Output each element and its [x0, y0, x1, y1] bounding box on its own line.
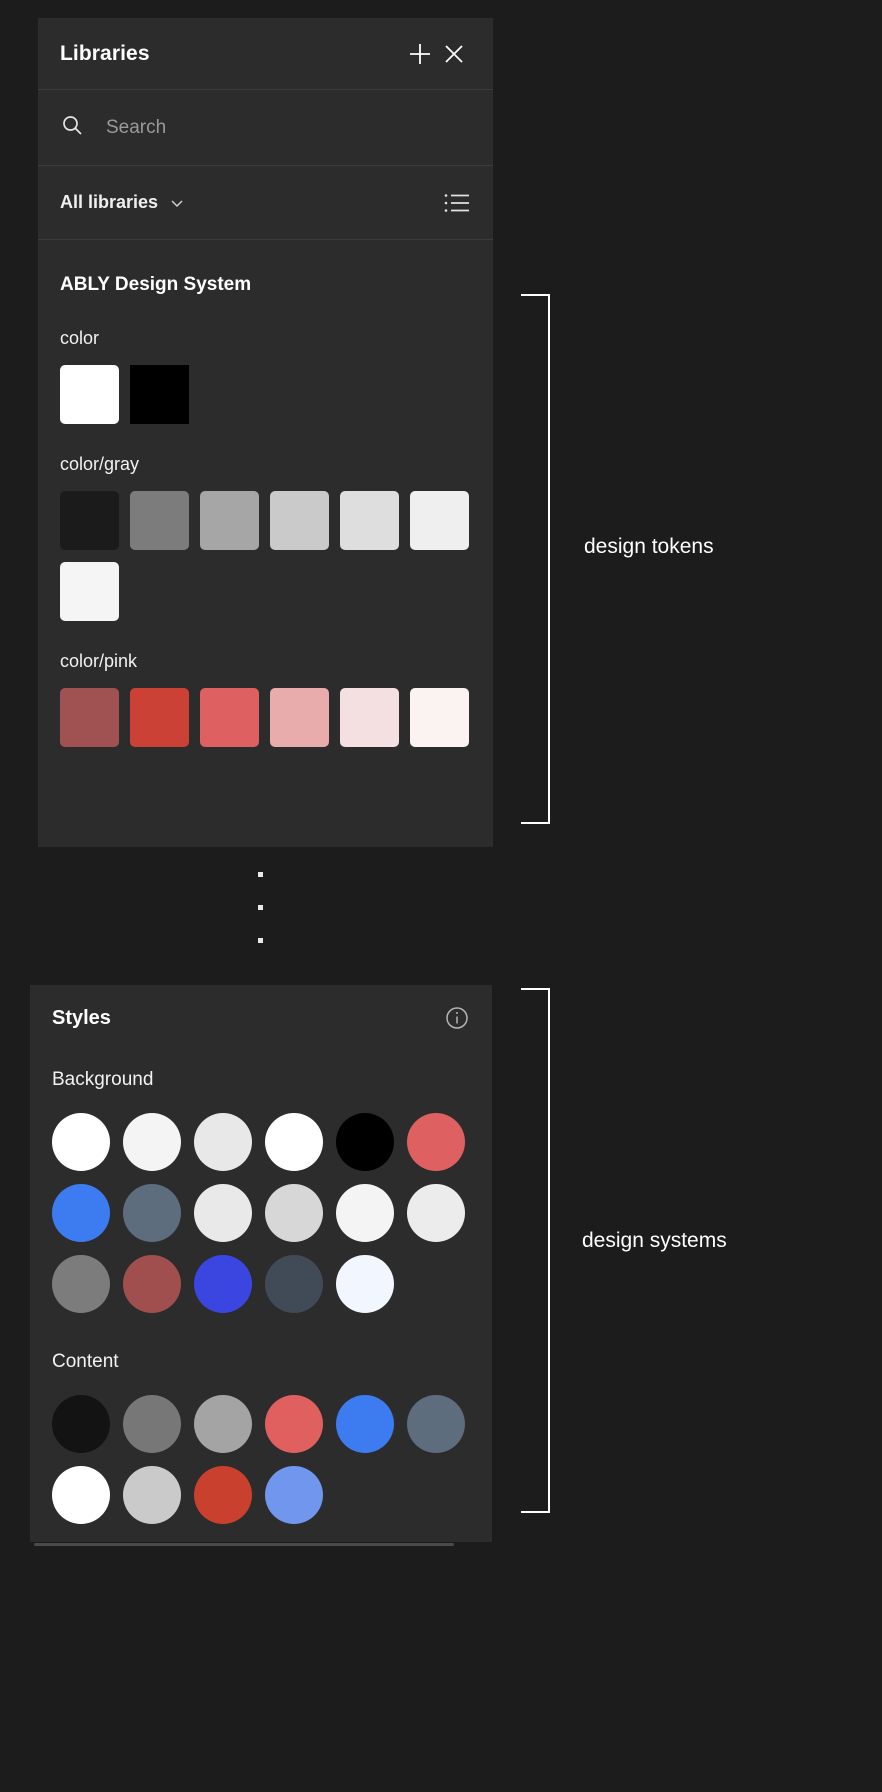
bracket-design-tokens [521, 294, 550, 824]
color-swatch[interactable] [410, 491, 469, 550]
token-group-label: color [60, 328, 100, 348]
ellipsis-dot [258, 905, 263, 910]
style-group-label: Background [52, 1069, 154, 1090]
color-style-circle[interactable] [407, 1184, 465, 1242]
color-style-circle[interactable] [52, 1466, 110, 1524]
libraries-search-bar[interactable] [38, 90, 493, 166]
color-swatch[interactable] [200, 688, 259, 747]
color-style-circle[interactable] [336, 1184, 394, 1242]
color-style-circle[interactable] [265, 1466, 323, 1524]
color-style-circle[interactable] [265, 1184, 323, 1242]
token-group-color-pink: color/pink [60, 651, 471, 747]
scrollbar-thumb[interactable] [34, 1543, 454, 1546]
close-icon[interactable] [437, 37, 471, 71]
color-swatch[interactable] [270, 491, 329, 550]
styles-panel-title: Styles [52, 1006, 111, 1029]
annotation-design-tokens: design tokens [584, 535, 714, 558]
color-swatch[interactable] [60, 562, 119, 621]
libraries-panel-header: Libraries [38, 18, 493, 90]
color-swatch[interactable] [60, 688, 119, 747]
styles-panel-header: Styles [30, 985, 492, 1031]
swatch-row [60, 491, 471, 621]
list-view-icon[interactable] [443, 192, 471, 214]
search-input[interactable] [106, 116, 471, 139]
libraries-panel-body: ABLY Design System color color/gray colo… [38, 240, 493, 747]
color-swatch[interactable] [410, 688, 469, 747]
color-style-circle[interactable] [123, 1255, 181, 1313]
color-style-circle[interactable] [123, 1395, 181, 1453]
color-style-circle[interactable] [194, 1113, 252, 1171]
color-swatch[interactable] [130, 688, 189, 747]
plus-icon[interactable] [403, 37, 437, 71]
color-style-circle[interactable] [194, 1466, 252, 1524]
color-style-circle[interactable] [336, 1255, 394, 1313]
color-style-circle[interactable] [336, 1395, 394, 1453]
screenshot-stage: Libraries Search All libraries ABLY Desi… [0, 0, 882, 1792]
color-swatch[interactable] [60, 365, 119, 424]
annotation-design-systems: design systems [582, 1229, 727, 1252]
color-style-circle[interactable] [265, 1113, 323, 1171]
style-group-label: Content [52, 1351, 119, 1372]
ellipsis-indicator [258, 872, 268, 971]
token-group-label: color/pink [60, 651, 138, 671]
search-icon [60, 113, 90, 143]
token-group-color: color [60, 328, 471, 424]
color-style-circle[interactable] [123, 1466, 181, 1524]
color-swatch[interactable] [340, 688, 399, 747]
color-style-row [52, 1113, 470, 1313]
libraries-filter-bar: All libraries [38, 166, 493, 240]
libraries-panel: Libraries Search All libraries ABLY Desi… [38, 18, 493, 847]
color-swatch[interactable] [130, 491, 189, 550]
color-swatch[interactable] [60, 491, 119, 550]
ellipsis-dot [258, 872, 263, 877]
color-style-circle[interactable] [52, 1184, 110, 1242]
color-style-circle[interactable] [52, 1255, 110, 1313]
library-name: ABLY Design System [60, 274, 252, 295]
bracket-design-systems [521, 988, 550, 1513]
swatch-row [60, 688, 471, 747]
color-style-circle[interactable] [123, 1184, 181, 1242]
color-swatch[interactable] [270, 688, 329, 747]
chevron-down-icon[interactable] [168, 194, 186, 212]
style-group-content: Content [52, 1351, 470, 1524]
color-style-row [52, 1395, 470, 1524]
color-swatch[interactable] [130, 365, 189, 424]
color-style-circle[interactable] [407, 1395, 465, 1453]
token-group-color-gray: color/gray [60, 454, 471, 621]
info-icon[interactable] [444, 1005, 470, 1031]
swatch-row [60, 365, 471, 424]
color-style-circle[interactable] [194, 1255, 252, 1313]
token-group-label: color/gray [60, 454, 140, 474]
color-style-circle[interactable] [265, 1255, 323, 1313]
color-style-circle[interactable] [336, 1113, 394, 1171]
color-style-circle[interactable] [194, 1184, 252, 1242]
ellipsis-dot [258, 938, 263, 943]
style-group-background: Background [52, 1069, 470, 1313]
color-style-circle[interactable] [194, 1395, 252, 1453]
color-swatch[interactable] [340, 491, 399, 550]
color-swatch[interactable] [200, 491, 259, 550]
libraries-panel-title: Libraries [60, 41, 150, 65]
color-style-circle[interactable] [52, 1395, 110, 1453]
styles-panel-body: Background Content [30, 1069, 492, 1524]
color-style-circle[interactable] [52, 1113, 110, 1171]
all-libraries-dropdown-label[interactable]: All libraries [60, 192, 158, 213]
styles-panel: Styles Background Content [30, 985, 492, 1547]
color-style-circle[interactable] [265, 1395, 323, 1453]
color-style-circle[interactable] [407, 1113, 465, 1171]
horizontal-scrollbar[interactable] [30, 1542, 492, 1547]
color-style-circle[interactable] [123, 1113, 181, 1171]
